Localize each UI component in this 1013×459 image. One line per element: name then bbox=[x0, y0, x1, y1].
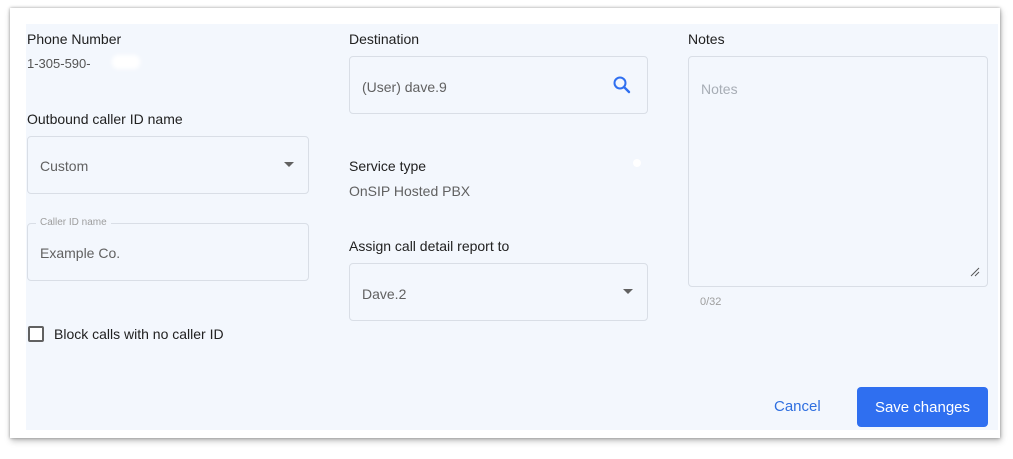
destination-value: (User) dave.9 bbox=[362, 79, 447, 95]
caller-id-name-floating-label: Caller ID name bbox=[36, 217, 111, 228]
block-calls-checkbox[interactable] bbox=[28, 326, 44, 342]
caller-id-name-input[interactable]: Caller ID name Example Co. bbox=[27, 217, 309, 281]
cdr-label: Assign call detail report to bbox=[349, 238, 510, 254]
caller-id-name-value: Example Co. bbox=[40, 245, 121, 261]
caller-id-name-select[interactable]: Custom bbox=[27, 136, 309, 194]
chevron-down-icon bbox=[284, 162, 294, 167]
cdr-selected: Dave.2 bbox=[362, 286, 407, 302]
notes-counter: 0/32 bbox=[700, 296, 722, 308]
status-dot bbox=[633, 159, 641, 167]
resize-handle-icon[interactable] bbox=[969, 266, 981, 278]
save-changes-button[interactable]: Save changes bbox=[857, 387, 988, 427]
settings-card: Phone Number 1-305-590- Outbound caller … bbox=[10, 8, 1000, 438]
phone-number-value: 1-305-590- bbox=[27, 56, 91, 71]
destination-label: Destination bbox=[349, 31, 420, 47]
settings-panel: Phone Number 1-305-590- Outbound caller … bbox=[26, 24, 998, 430]
destination-input[interactable]: (User) dave.9 bbox=[349, 56, 648, 114]
phone-number-label: Phone Number bbox=[27, 31, 122, 47]
cdr-select[interactable]: Dave.2 bbox=[349, 263, 648, 321]
search-icon[interactable] bbox=[612, 75, 632, 95]
notes-label: Notes bbox=[688, 31, 725, 47]
outbound-caller-id-label: Outbound caller ID name bbox=[27, 111, 183, 127]
service-type-value: OnSIP Hosted PBX bbox=[349, 183, 471, 199]
block-calls-label: Block calls with no caller ID bbox=[54, 326, 224, 342]
service-type-label: Service type bbox=[349, 158, 427, 174]
redacted-digits bbox=[112, 55, 140, 69]
notes-textarea[interactable]: Notes bbox=[688, 56, 988, 287]
caller-id-name-selected: Custom bbox=[40, 158, 89, 174]
cancel-button[interactable]: Cancel bbox=[774, 398, 821, 415]
notes-placeholder: Notes bbox=[701, 81, 738, 97]
chevron-down-icon bbox=[623, 289, 633, 294]
